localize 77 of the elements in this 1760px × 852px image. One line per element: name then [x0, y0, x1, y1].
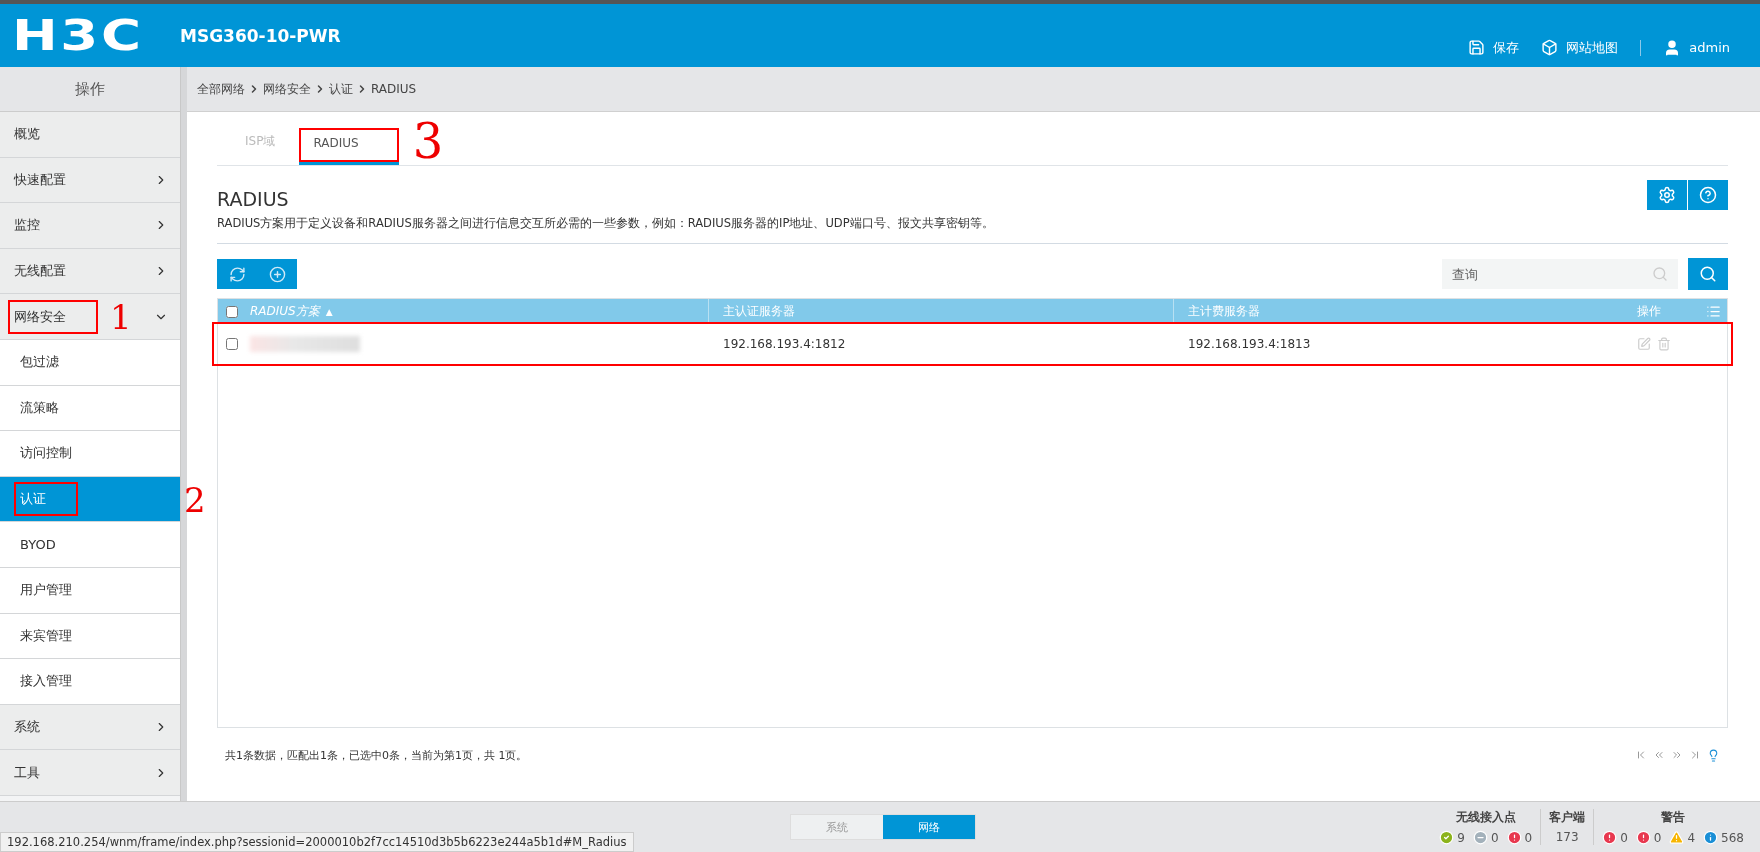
sidebar-title: 操作 — [0, 67, 180, 112]
save-icon — [1468, 39, 1486, 56]
search-icon — [1652, 266, 1668, 282]
alert-icon — [1602, 830, 1618, 845]
alert-icon — [1506, 830, 1522, 845]
annotation-number: 3 — [412, 117, 444, 165]
tab[interactable]: RADIUS — [299, 128, 399, 165]
minus-icon — [1472, 830, 1488, 845]
refresh-icon — [228, 265, 246, 283]
pagination-summary: 共1条数据，匹配出1条，已选中0条，当前为第1页，共 1页。 — [225, 748, 528, 763]
column-header: 主认证服务器 — [723, 303, 795, 320]
table-cell: 192.168.193.4:1813 — [1188, 337, 1311, 351]
search-icon — [1699, 265, 1717, 283]
device-name: MSG360-10-PWR — [180, 25, 341, 46]
help-icon — [1699, 186, 1717, 204]
alert-icon — [1635, 830, 1651, 845]
status-count: 4 — [1669, 830, 1696, 845]
sidebar-item[interactable]: 访问控制 — [0, 431, 180, 477]
delete-icon[interactable] — [1657, 337, 1671, 351]
row-checkbox[interactable] — [226, 338, 238, 350]
select-all-checkbox[interactable] — [226, 305, 238, 318]
stat-title: 客户端 — [1549, 809, 1586, 826]
breadcrumb-item[interactable]: 认证 — [329, 80, 353, 98]
section-description: RADIUS方案用于定义设备和RADIUS服务器之间进行信息交互所必需的一些参数，例如：RADIUS服务器的IP地址、UDP端口号、报文共享密钥等。 — [217, 210, 1728, 244]
status-count: 0 — [1506, 830, 1533, 845]
advanced-search-button[interactable] — [1688, 258, 1728, 290]
stat-title: 无线接入点 — [1455, 809, 1516, 826]
sidebar-item[interactable]: 无线配置 — [0, 248, 180, 295]
sidebar-item[interactable]: 工具 — [0, 750, 180, 796]
status-count: 0 — [1472, 830, 1499, 845]
status-count: 9 — [1439, 830, 1465, 845]
warning-icon — [1669, 830, 1685, 845]
sidebar-item[interactable]: 监控 — [0, 203, 180, 249]
status-url: 192.168.210.254/wnm/frame/index.php?sessionid=2000010b2f7cc14510d3b5b6223e244a5b1d#M_Radius — [0, 832, 634, 852]
settings-button[interactable] — [1647, 180, 1687, 210]
first-page-button[interactable] — [1635, 749, 1647, 762]
table-cell: 192.168.193.4:1812 — [723, 337, 846, 351]
status-count: 568 — [1703, 830, 1744, 845]
annotation-number: 1 — [110, 300, 132, 335]
stat-title: 警告 — [1661, 809, 1686, 826]
help-button[interactable] — [1688, 180, 1728, 210]
sidebar-item[interactable]: 用户管理 — [0, 567, 180, 614]
edit-icon[interactable] — [1637, 337, 1651, 351]
scrollbar[interactable] — [180, 67, 187, 801]
section-title: RADIUS — [217, 188, 289, 210]
cube-icon — [1541, 39, 1559, 56]
status-count: 0 — [1635, 830, 1662, 845]
first-page-icon — [1635, 749, 1647, 761]
breadcrumb-item[interactable]: RADIUS — [371, 82, 417, 96]
next-page-icon — [1671, 749, 1683, 761]
column-header: 操作 — [1637, 303, 1661, 320]
sidebar-item[interactable]: 包过滤 — [0, 339, 180, 386]
sidebar-item[interactable]: 流策略 — [0, 385, 180, 432]
settings-icon — [1658, 186, 1676, 204]
annotation-number: 2 — [184, 482, 206, 517]
breadcrumb-item[interactable]: 网络安全 — [263, 80, 311, 98]
sidebar-item[interactable]: 接入管理 — [0, 659, 180, 705]
sidebar-item[interactable]: BYOD — [0, 522, 180, 568]
last-page-icon — [1689, 749, 1701, 761]
status-count: 0 — [1602, 830, 1628, 845]
column-header: 主计费服务器 — [1188, 303, 1260, 320]
search-field[interactable]: 查询 — [1442, 259, 1678, 289]
sort-icon: ▲ — [325, 306, 333, 317]
sidebar-item[interactable]: 系统 — [0, 704, 180, 751]
sidebar-item[interactable]: 概览 — [0, 112, 180, 158]
table-row[interactable]: 192.168.193.4:1812 192.168.193.4:1813 — [214, 324, 1731, 364]
breadcrumb-item[interactable]: 全部网络 — [197, 80, 245, 98]
lightbulb-icon[interactable] — [1707, 749, 1720, 762]
status-count: 173 — [1555, 830, 1579, 844]
sidebar-item[interactable]: 快速配置 — [0, 157, 180, 204]
add-icon — [268, 265, 286, 283]
info-icon — [1703, 830, 1719, 845]
sidebar-item[interactable]: 来宾管理 — [0, 613, 180, 660]
previous-page-icon — [1653, 749, 1665, 761]
last-page-button[interactable] — [1689, 749, 1701, 762]
check-icon — [1439, 830, 1455, 845]
list-icon[interactable] — [1706, 304, 1721, 319]
